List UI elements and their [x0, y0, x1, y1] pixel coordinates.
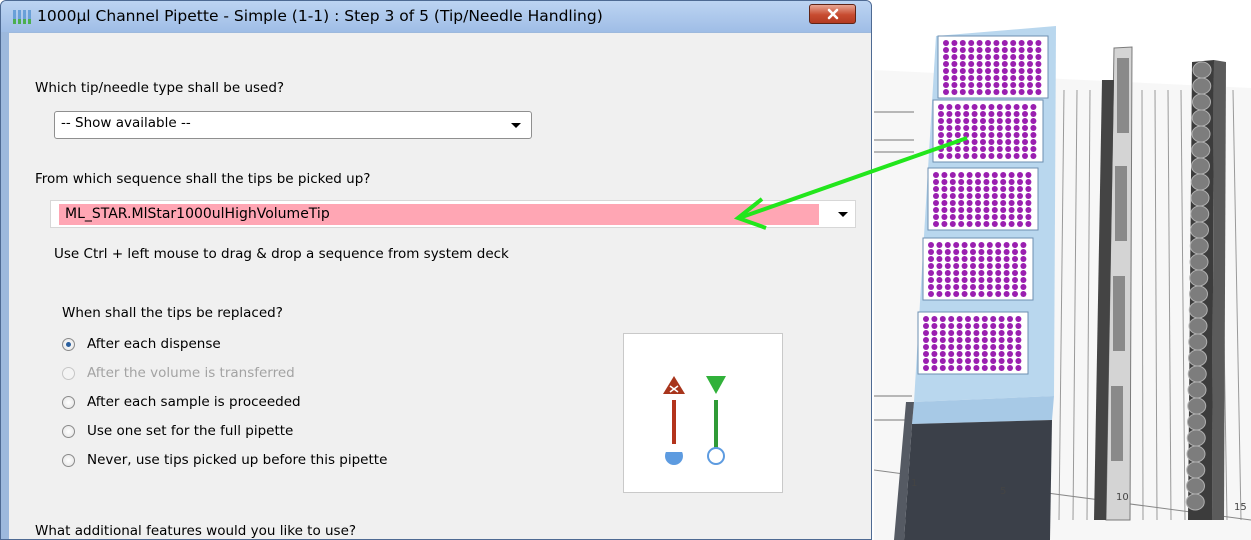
sequence-highlight: ML_STAR.MlStar1000ulHighVolumeTip — [59, 204, 819, 225]
track-number: 10 — [1116, 492, 1129, 503]
radio-label: After each dispense — [87, 336, 221, 352]
chevron-down-icon — [838, 212, 848, 217]
pipette-channels-icon — [13, 10, 31, 24]
pipette-wizard-dialog: 1000µl Channel Pipette - Simple (1-1) : … — [0, 0, 872, 540]
radio-button[interactable] — [62, 338, 75, 351]
system-deck-view[interactable]: 1 5 10 15 — [874, 0, 1251, 540]
tip-pickup-icon — [706, 376, 726, 465]
track-number: 1 — [911, 478, 917, 489]
sequence-hint: Use Ctrl + left mouse to drag & drop a s… — [54, 246, 509, 262]
close-icon — [827, 8, 839, 20]
close-button[interactable] — [809, 4, 856, 24]
track-number: 5 — [1000, 486, 1006, 497]
dialog-content: Which tip/needle type shall be used? -- … — [9, 33, 871, 539]
radio-label: After each sample is proceeded — [87, 394, 301, 410]
radio-button[interactable] — [62, 425, 75, 438]
deck-3d-layout[interactable]: 1 5 10 15 — [874, 0, 1251, 540]
tip-type-select[interactable]: -- Show available -- — [54, 111, 532, 139]
track-number: 15 — [1234, 502, 1247, 513]
features-question: What additional features would you like … — [35, 523, 357, 539]
tip-eject-icon — [663, 376, 685, 465]
tip-type-selected: -- Show available -- — [61, 115, 191, 131]
window-title: 1000µl Channel Pipette - Simple (1-1) : … — [37, 7, 603, 25]
sequence-select[interactable]: ML_STAR.MlStar1000ulHighVolumeTip — [50, 200, 856, 228]
radio-button[interactable] — [62, 396, 75, 409]
sequence-question: From which sequence shall the tips be pi… — [35, 171, 371, 187]
tip-handling-illustration — [623, 333, 783, 493]
radio-button — [62, 367, 75, 380]
tip-type-question: Which tip/needle type shall be used? — [35, 80, 285, 96]
tip-racks — [917, 35, 1049, 375]
replace-question: When shall the tips be replaced? — [62, 305, 283, 321]
title-bar[interactable]: 1000µl Channel Pipette - Simple (1-1) : … — [1, 1, 871, 32]
radio-label: Use one set for the full pipette — [87, 423, 294, 439]
radio-label: After the volume is transferred — [87, 365, 295, 381]
tube-rack[interactable] — [1185, 60, 1226, 520]
sequence-value: ML_STAR.MlStar1000ulHighVolumeTip — [65, 206, 330, 222]
radio-button[interactable] — [62, 454, 75, 467]
radio-label: Never, use tips picked up before this pi… — [87, 452, 388, 468]
chevron-down-icon — [511, 123, 521, 128]
